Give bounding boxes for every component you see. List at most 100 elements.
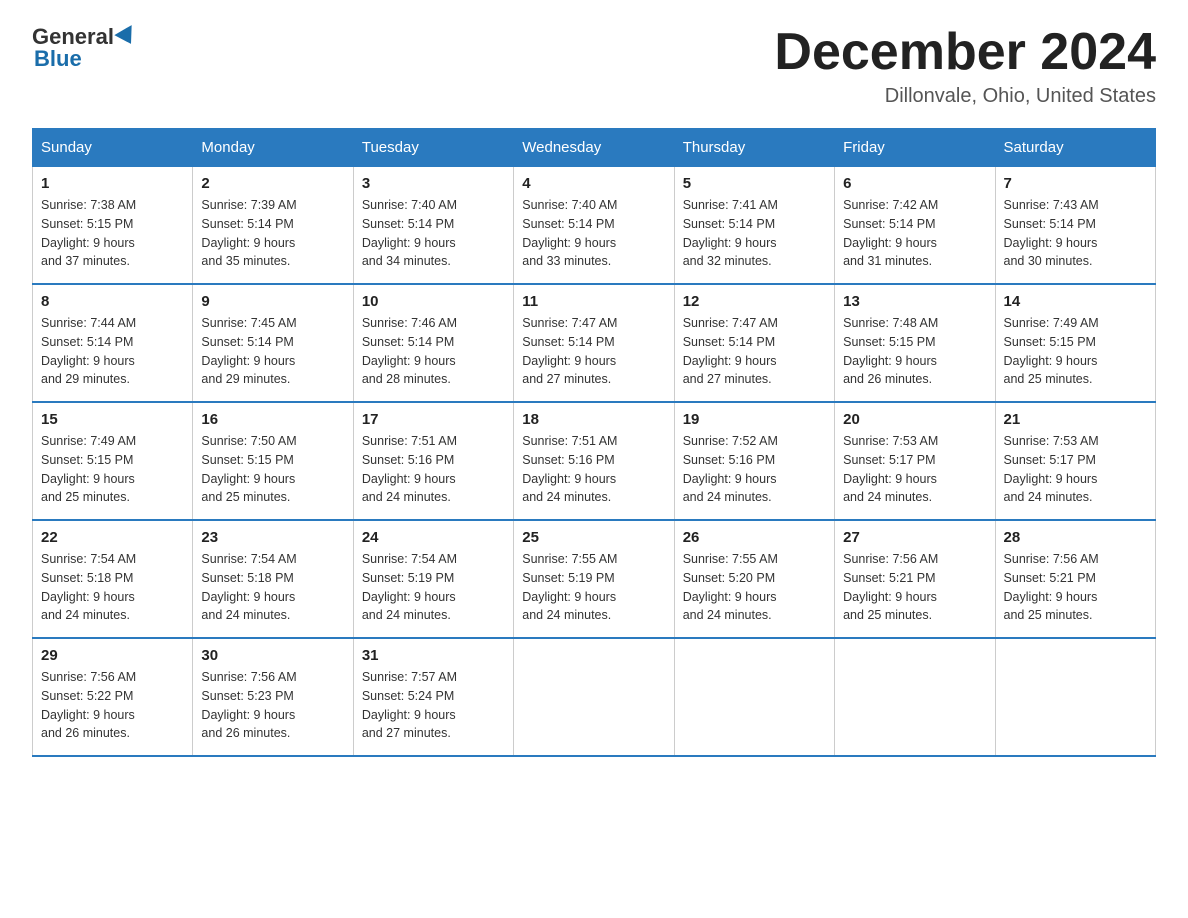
calendar-cell: 15 Sunrise: 7:49 AMSunset: 5:15 PMDaylig… xyxy=(33,402,193,520)
day-info: Sunrise: 7:56 AMSunset: 5:21 PMDaylight:… xyxy=(1004,552,1099,622)
day-number: 30 xyxy=(201,647,344,664)
day-info: Sunrise: 7:44 AMSunset: 5:14 PMDaylight:… xyxy=(41,316,136,386)
day-info: Sunrise: 7:45 AMSunset: 5:14 PMDaylight:… xyxy=(201,316,296,386)
calendar-cell xyxy=(514,638,674,756)
calendar-cell: 25 Sunrise: 7:55 AMSunset: 5:19 PMDaylig… xyxy=(514,520,674,638)
day-info: Sunrise: 7:47 AMSunset: 5:14 PMDaylight:… xyxy=(522,316,617,386)
day-number: 19 xyxy=(683,411,826,428)
header-sunday: Sunday xyxy=(33,129,193,167)
day-info: Sunrise: 7:41 AMSunset: 5:14 PMDaylight:… xyxy=(683,198,778,268)
day-number: 3 xyxy=(362,175,505,192)
day-number: 11 xyxy=(522,293,665,310)
day-info: Sunrise: 7:55 AMSunset: 5:20 PMDaylight:… xyxy=(683,552,778,622)
day-number: 10 xyxy=(362,293,505,310)
calendar-cell: 28 Sunrise: 7:56 AMSunset: 5:21 PMDaylig… xyxy=(995,520,1155,638)
header-monday: Monday xyxy=(193,129,353,167)
header-wednesday: Wednesday xyxy=(514,129,674,167)
month-year-title: December 2024 xyxy=(774,24,1156,81)
calendar-cell: 26 Sunrise: 7:55 AMSunset: 5:20 PMDaylig… xyxy=(674,520,834,638)
day-number: 27 xyxy=(843,529,986,546)
day-info: Sunrise: 7:56 AMSunset: 5:21 PMDaylight:… xyxy=(843,552,938,622)
logo-triangle-icon xyxy=(114,25,139,49)
day-info: Sunrise: 7:53 AMSunset: 5:17 PMDaylight:… xyxy=(843,434,938,504)
day-info: Sunrise: 7:55 AMSunset: 5:19 PMDaylight:… xyxy=(522,552,617,622)
day-number: 22 xyxy=(41,529,184,546)
day-info: Sunrise: 7:49 AMSunset: 5:15 PMDaylight:… xyxy=(41,434,136,504)
calendar-cell: 11 Sunrise: 7:47 AMSunset: 5:14 PMDaylig… xyxy=(514,284,674,402)
calendar-cell: 24 Sunrise: 7:54 AMSunset: 5:19 PMDaylig… xyxy=(353,520,513,638)
day-number: 6 xyxy=(843,175,986,192)
calendar-cell: 9 Sunrise: 7:45 AMSunset: 5:14 PMDayligh… xyxy=(193,284,353,402)
day-number: 17 xyxy=(362,411,505,428)
day-number: 1 xyxy=(41,175,184,192)
calendar-week-4: 22 Sunrise: 7:54 AMSunset: 5:18 PMDaylig… xyxy=(33,520,1156,638)
day-info: Sunrise: 7:51 AMSunset: 5:16 PMDaylight:… xyxy=(522,434,617,504)
calendar-cell: 17 Sunrise: 7:51 AMSunset: 5:16 PMDaylig… xyxy=(353,402,513,520)
calendar-cell: 14 Sunrise: 7:49 AMSunset: 5:15 PMDaylig… xyxy=(995,284,1155,402)
calendar-cell: 19 Sunrise: 7:52 AMSunset: 5:16 PMDaylig… xyxy=(674,402,834,520)
calendar-cell: 7 Sunrise: 7:43 AMSunset: 5:14 PMDayligh… xyxy=(995,167,1155,285)
calendar-cell xyxy=(835,638,995,756)
day-number: 16 xyxy=(201,411,344,428)
day-number: 4 xyxy=(522,175,665,192)
day-info: Sunrise: 7:50 AMSunset: 5:15 PMDaylight:… xyxy=(201,434,296,504)
calendar-cell: 20 Sunrise: 7:53 AMSunset: 5:17 PMDaylig… xyxy=(835,402,995,520)
calendar-cell: 21 Sunrise: 7:53 AMSunset: 5:17 PMDaylig… xyxy=(995,402,1155,520)
day-info: Sunrise: 7:48 AMSunset: 5:15 PMDaylight:… xyxy=(843,316,938,386)
day-number: 13 xyxy=(843,293,986,310)
day-info: Sunrise: 7:43 AMSunset: 5:14 PMDaylight:… xyxy=(1004,198,1099,268)
calendar-cell: 8 Sunrise: 7:44 AMSunset: 5:14 PMDayligh… xyxy=(33,284,193,402)
calendar-cell: 31 Sunrise: 7:57 AMSunset: 5:24 PMDaylig… xyxy=(353,638,513,756)
day-info: Sunrise: 7:54 AMSunset: 5:18 PMDaylight:… xyxy=(41,552,136,622)
day-info: Sunrise: 7:52 AMSunset: 5:16 PMDaylight:… xyxy=(683,434,778,504)
calendar-cell xyxy=(674,638,834,756)
calendar-cell: 18 Sunrise: 7:51 AMSunset: 5:16 PMDaylig… xyxy=(514,402,674,520)
day-number: 15 xyxy=(41,411,184,428)
day-info: Sunrise: 7:46 AMSunset: 5:14 PMDaylight:… xyxy=(362,316,457,386)
day-number: 7 xyxy=(1004,175,1147,192)
day-number: 25 xyxy=(522,529,665,546)
day-number: 29 xyxy=(41,647,184,664)
logo-blue-text: Blue xyxy=(34,46,82,71)
header-friday: Friday xyxy=(835,129,995,167)
day-info: Sunrise: 7:54 AMSunset: 5:19 PMDaylight:… xyxy=(362,552,457,622)
calendar-cell: 4 Sunrise: 7:40 AMSunset: 5:14 PMDayligh… xyxy=(514,167,674,285)
calendar-cell: 1 Sunrise: 7:38 AMSunset: 5:15 PMDayligh… xyxy=(33,167,193,285)
header-thursday: Thursday xyxy=(674,129,834,167)
day-number: 9 xyxy=(201,293,344,310)
calendar-cell: 29 Sunrise: 7:56 AMSunset: 5:22 PMDaylig… xyxy=(33,638,193,756)
calendar-cell: 16 Sunrise: 7:50 AMSunset: 5:15 PMDaylig… xyxy=(193,402,353,520)
day-number: 28 xyxy=(1004,529,1147,546)
day-info: Sunrise: 7:53 AMSunset: 5:17 PMDaylight:… xyxy=(1004,434,1099,504)
day-number: 20 xyxy=(843,411,986,428)
day-info: Sunrise: 7:56 AMSunset: 5:22 PMDaylight:… xyxy=(41,670,136,740)
day-number: 18 xyxy=(522,411,665,428)
day-info: Sunrise: 7:51 AMSunset: 5:16 PMDaylight:… xyxy=(362,434,457,504)
day-info: Sunrise: 7:56 AMSunset: 5:23 PMDaylight:… xyxy=(201,670,296,740)
day-info: Sunrise: 7:54 AMSunset: 5:18 PMDaylight:… xyxy=(201,552,296,622)
calendar-cell: 3 Sunrise: 7:40 AMSunset: 5:14 PMDayligh… xyxy=(353,167,513,285)
calendar-cell: 6 Sunrise: 7:42 AMSunset: 5:14 PMDayligh… xyxy=(835,167,995,285)
day-number: 23 xyxy=(201,529,344,546)
day-number: 5 xyxy=(683,175,826,192)
day-number: 31 xyxy=(362,647,505,664)
day-info: Sunrise: 7:38 AMSunset: 5:15 PMDaylight:… xyxy=(41,198,136,268)
page-header: General Blue December 2024 Dillonvale, O… xyxy=(32,24,1156,108)
day-number: 21 xyxy=(1004,411,1147,428)
header-tuesday: Tuesday xyxy=(353,129,513,167)
day-number: 14 xyxy=(1004,293,1147,310)
calendar-cell: 30 Sunrise: 7:56 AMSunset: 5:23 PMDaylig… xyxy=(193,638,353,756)
day-number: 2 xyxy=(201,175,344,192)
calendar-cell: 13 Sunrise: 7:48 AMSunset: 5:15 PMDaylig… xyxy=(835,284,995,402)
location-subtitle: Dillonvale, Ohio, United States xyxy=(774,85,1156,108)
day-number: 8 xyxy=(41,293,184,310)
day-number: 12 xyxy=(683,293,826,310)
calendar-week-5: 29 Sunrise: 7:56 AMSunset: 5:22 PMDaylig… xyxy=(33,638,1156,756)
day-info: Sunrise: 7:57 AMSunset: 5:24 PMDaylight:… xyxy=(362,670,457,740)
calendar-cell: 2 Sunrise: 7:39 AMSunset: 5:14 PMDayligh… xyxy=(193,167,353,285)
calendar-week-1: 1 Sunrise: 7:38 AMSunset: 5:15 PMDayligh… xyxy=(33,167,1156,285)
calendar-cell: 23 Sunrise: 7:54 AMSunset: 5:18 PMDaylig… xyxy=(193,520,353,638)
calendar-cell: 10 Sunrise: 7:46 AMSunset: 5:14 PMDaylig… xyxy=(353,284,513,402)
day-number: 24 xyxy=(362,529,505,546)
calendar-cell: 5 Sunrise: 7:41 AMSunset: 5:14 PMDayligh… xyxy=(674,167,834,285)
